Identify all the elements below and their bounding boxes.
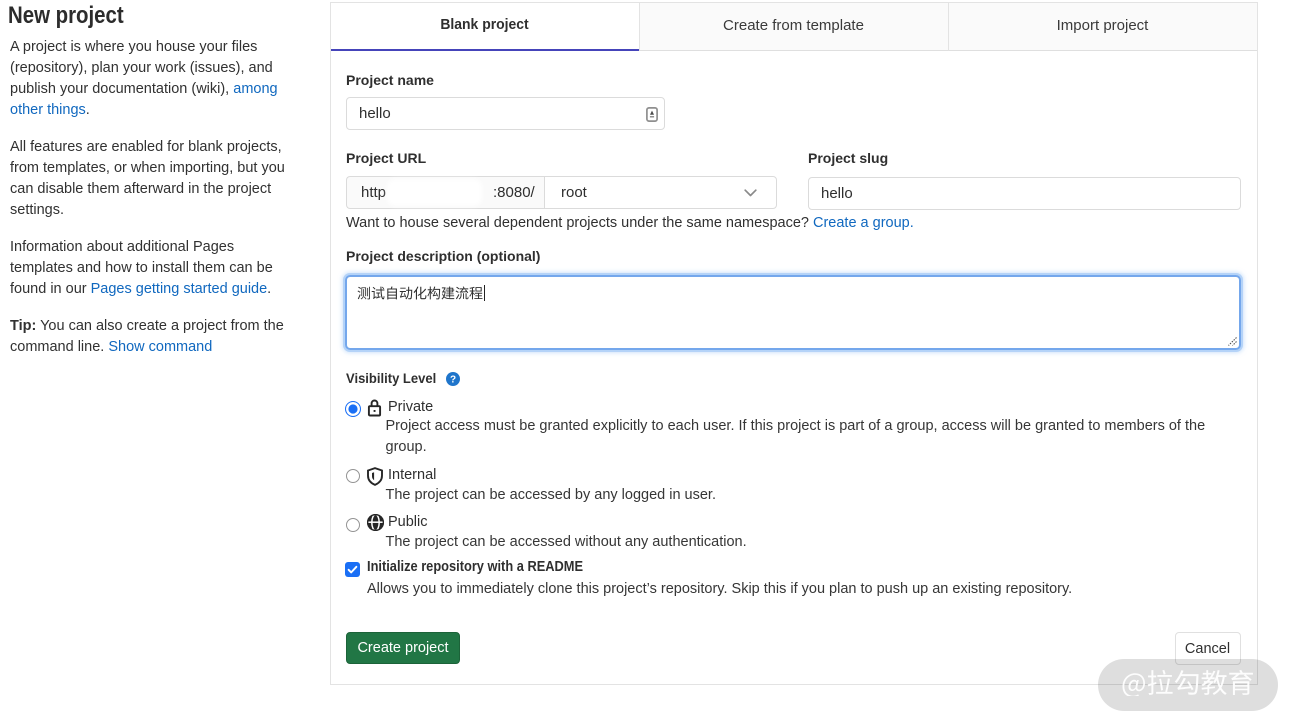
- svg-text:?: ?: [450, 375, 456, 386]
